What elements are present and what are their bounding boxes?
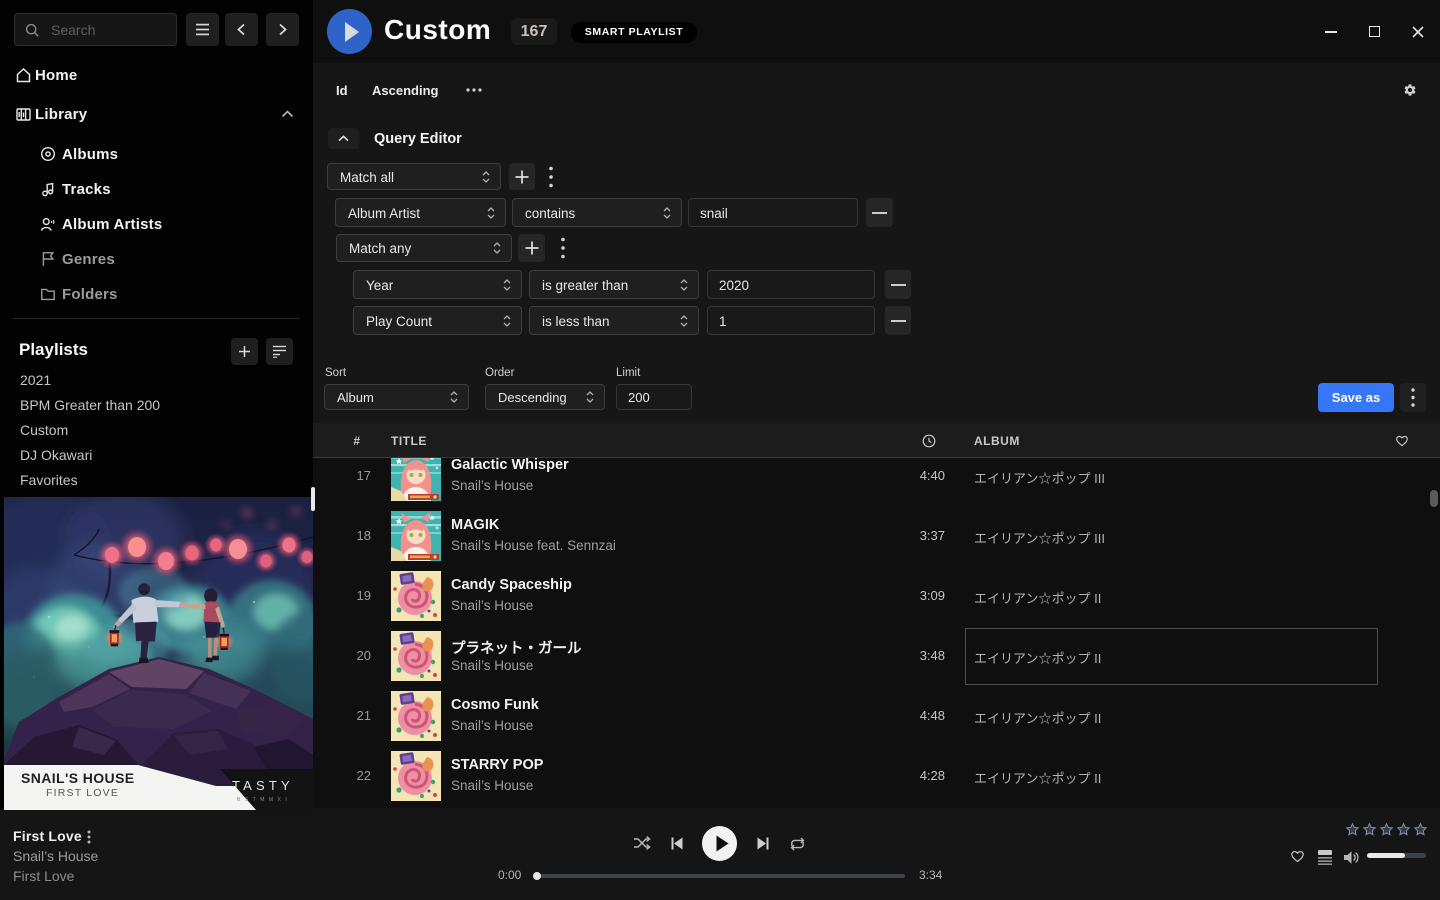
svg-text:FIRST LOVE: FIRST LOVE <box>46 787 119 799</box>
svg-text:BSTMMXI: BSTMMXI <box>237 797 291 803</box>
svg-text:SNAIL'S HOUSE: SNAIL'S HOUSE <box>21 770 135 786</box>
svg-text:TASTY: TASTY <box>232 778 294 793</box>
